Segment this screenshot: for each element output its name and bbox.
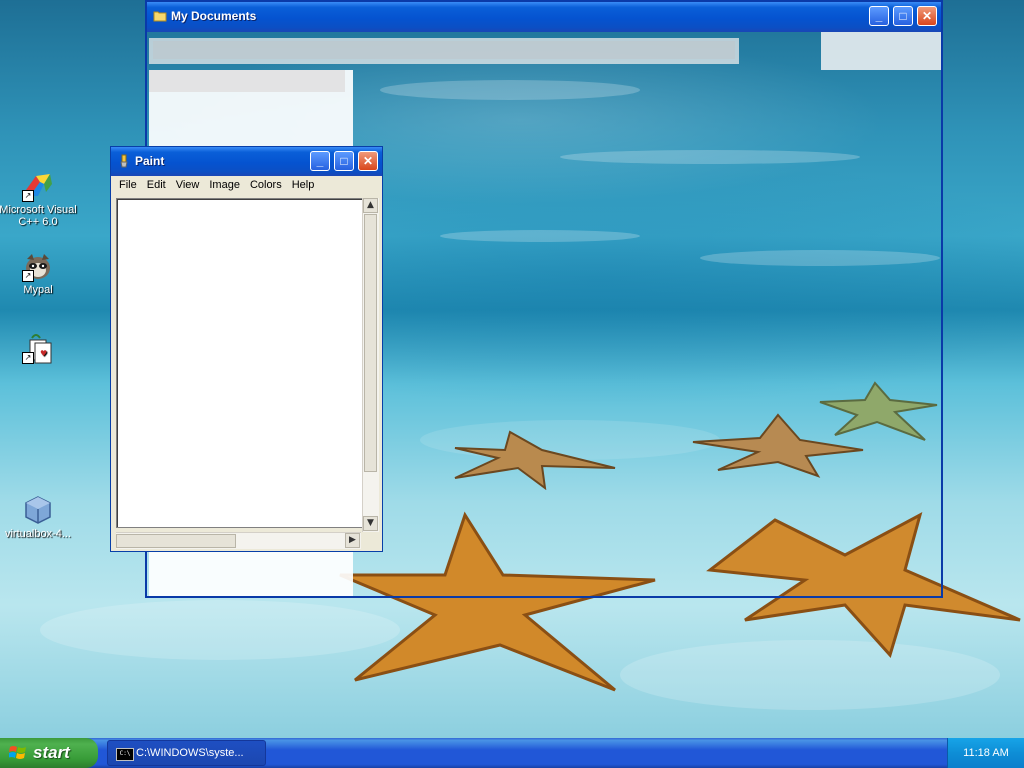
system-tray: 11:18 AM (947, 738, 1024, 768)
close-icon: ✕ (362, 154, 374, 168)
menu-edit[interactable]: Edit (142, 176, 171, 191)
mypal-raccoon-icon: ↗ (22, 250, 54, 282)
minimize-icon: _ (875, 9, 883, 23)
horizontal-scrollbar[interactable]: ▶ (116, 532, 361, 549)
paint-titlebar[interactable]: Paint _ □ ✕ (111, 147, 382, 176)
address-bar-ghost (153, 41, 735, 59)
start-label: start (33, 743, 70, 762)
solitaire-cards-icon: ♥ ↗ (22, 332, 54, 364)
paint-menubar: File Edit View Image Colors Help (114, 176, 379, 196)
desktop-icon-virtualbox[interactable]: virtualbox-4... (0, 494, 78, 540)
taskbar-item-label: C:\WINDOWS\syste... (136, 747, 244, 759)
menu-image[interactable]: Image (204, 176, 245, 191)
menu-file[interactable]: File (114, 176, 142, 191)
start-button[interactable]: start (0, 738, 98, 768)
my-documents-titlebar[interactable]: My Documents _ □ ✕ (147, 2, 941, 32)
folder-icon (153, 11, 167, 22)
paint-brush-icon (120, 154, 128, 168)
menu-view[interactable]: View (171, 176, 205, 191)
desktop-icon-visual-cpp[interactable]: ↗ Microsoft Visual C++ 6.0 (0, 170, 78, 228)
menu-help[interactable]: Help (287, 176, 320, 191)
window-title: Paint (135, 154, 165, 168)
menu-colors[interactable]: Colors (245, 176, 287, 191)
desktop-icon-solitaire[interactable]: ♥ ↗ (0, 332, 78, 366)
maximize-button[interactable]: □ (334, 151, 354, 171)
paint-window[interactable]: Paint _ □ ✕ File Edit View Image Colors Help … (110, 146, 383, 552)
vertical-scrollbar[interactable]: ▲ ▼ (362, 198, 379, 532)
minimize-button[interactable]: _ (869, 6, 889, 26)
virtualbox-cube-icon (22, 494, 54, 526)
maximize-icon: □ (899, 9, 907, 23)
close-icon: ✕ (921, 9, 933, 23)
chevron-right-icon: ▶ (349, 535, 356, 545)
taskbar: start C:\ C:\WINDOWS\syste... 11:18 AM (0, 738, 1024, 768)
desktop-icon-mypal[interactable]: ↗ Mypal (0, 250, 78, 296)
cmd-console-icon: C:\ (116, 748, 134, 761)
scroll-up-button[interactable]: ▲ (363, 198, 378, 213)
desktop-icon-label: virtualbox-4... (4, 528, 72, 540)
minimize-icon: _ (316, 154, 324, 168)
close-button[interactable]: ✕ (358, 151, 378, 171)
chevron-up-icon: ▲ (367, 200, 374, 210)
shortcut-arrow-icon: ↗ (22, 270, 34, 282)
shortcut-arrow-icon: ↗ (22, 352, 34, 364)
scroll-down-button[interactable]: ▼ (363, 516, 378, 531)
visual-cpp-icon: ↗ (22, 170, 54, 202)
window-title: My Documents (171, 9, 257, 23)
maximize-icon: □ (340, 154, 348, 168)
desktop-icon-label: Microsoft Visual C++ 6.0 (0, 204, 77, 228)
taskbar-item-cmd[interactable]: C:\ C:\WINDOWS\syste... (107, 740, 266, 766)
paint-canvas[interactable] (116, 198, 363, 528)
toolbar-right-ghost (821, 32, 941, 70)
scroll-thumb[interactable] (364, 214, 377, 472)
scroll-right-button[interactable]: ▶ (345, 533, 360, 548)
chevron-down-icon: ▼ (367, 518, 374, 528)
desktop-icon-label: Mypal (23, 284, 53, 296)
close-button[interactable]: ✕ (917, 6, 937, 26)
left-pane-header-ghost (149, 70, 345, 92)
minimize-button[interactable]: _ (310, 151, 330, 171)
clock[interactable]: 11:18 AM (963, 747, 1009, 759)
maximize-button[interactable]: □ (893, 6, 913, 26)
hscroll-thumb[interactable] (116, 534, 236, 548)
shortcut-arrow-icon: ↗ (22, 190, 34, 202)
svg-text:♥: ♥ (40, 349, 47, 358)
windows-flag-icon (9, 746, 26, 759)
